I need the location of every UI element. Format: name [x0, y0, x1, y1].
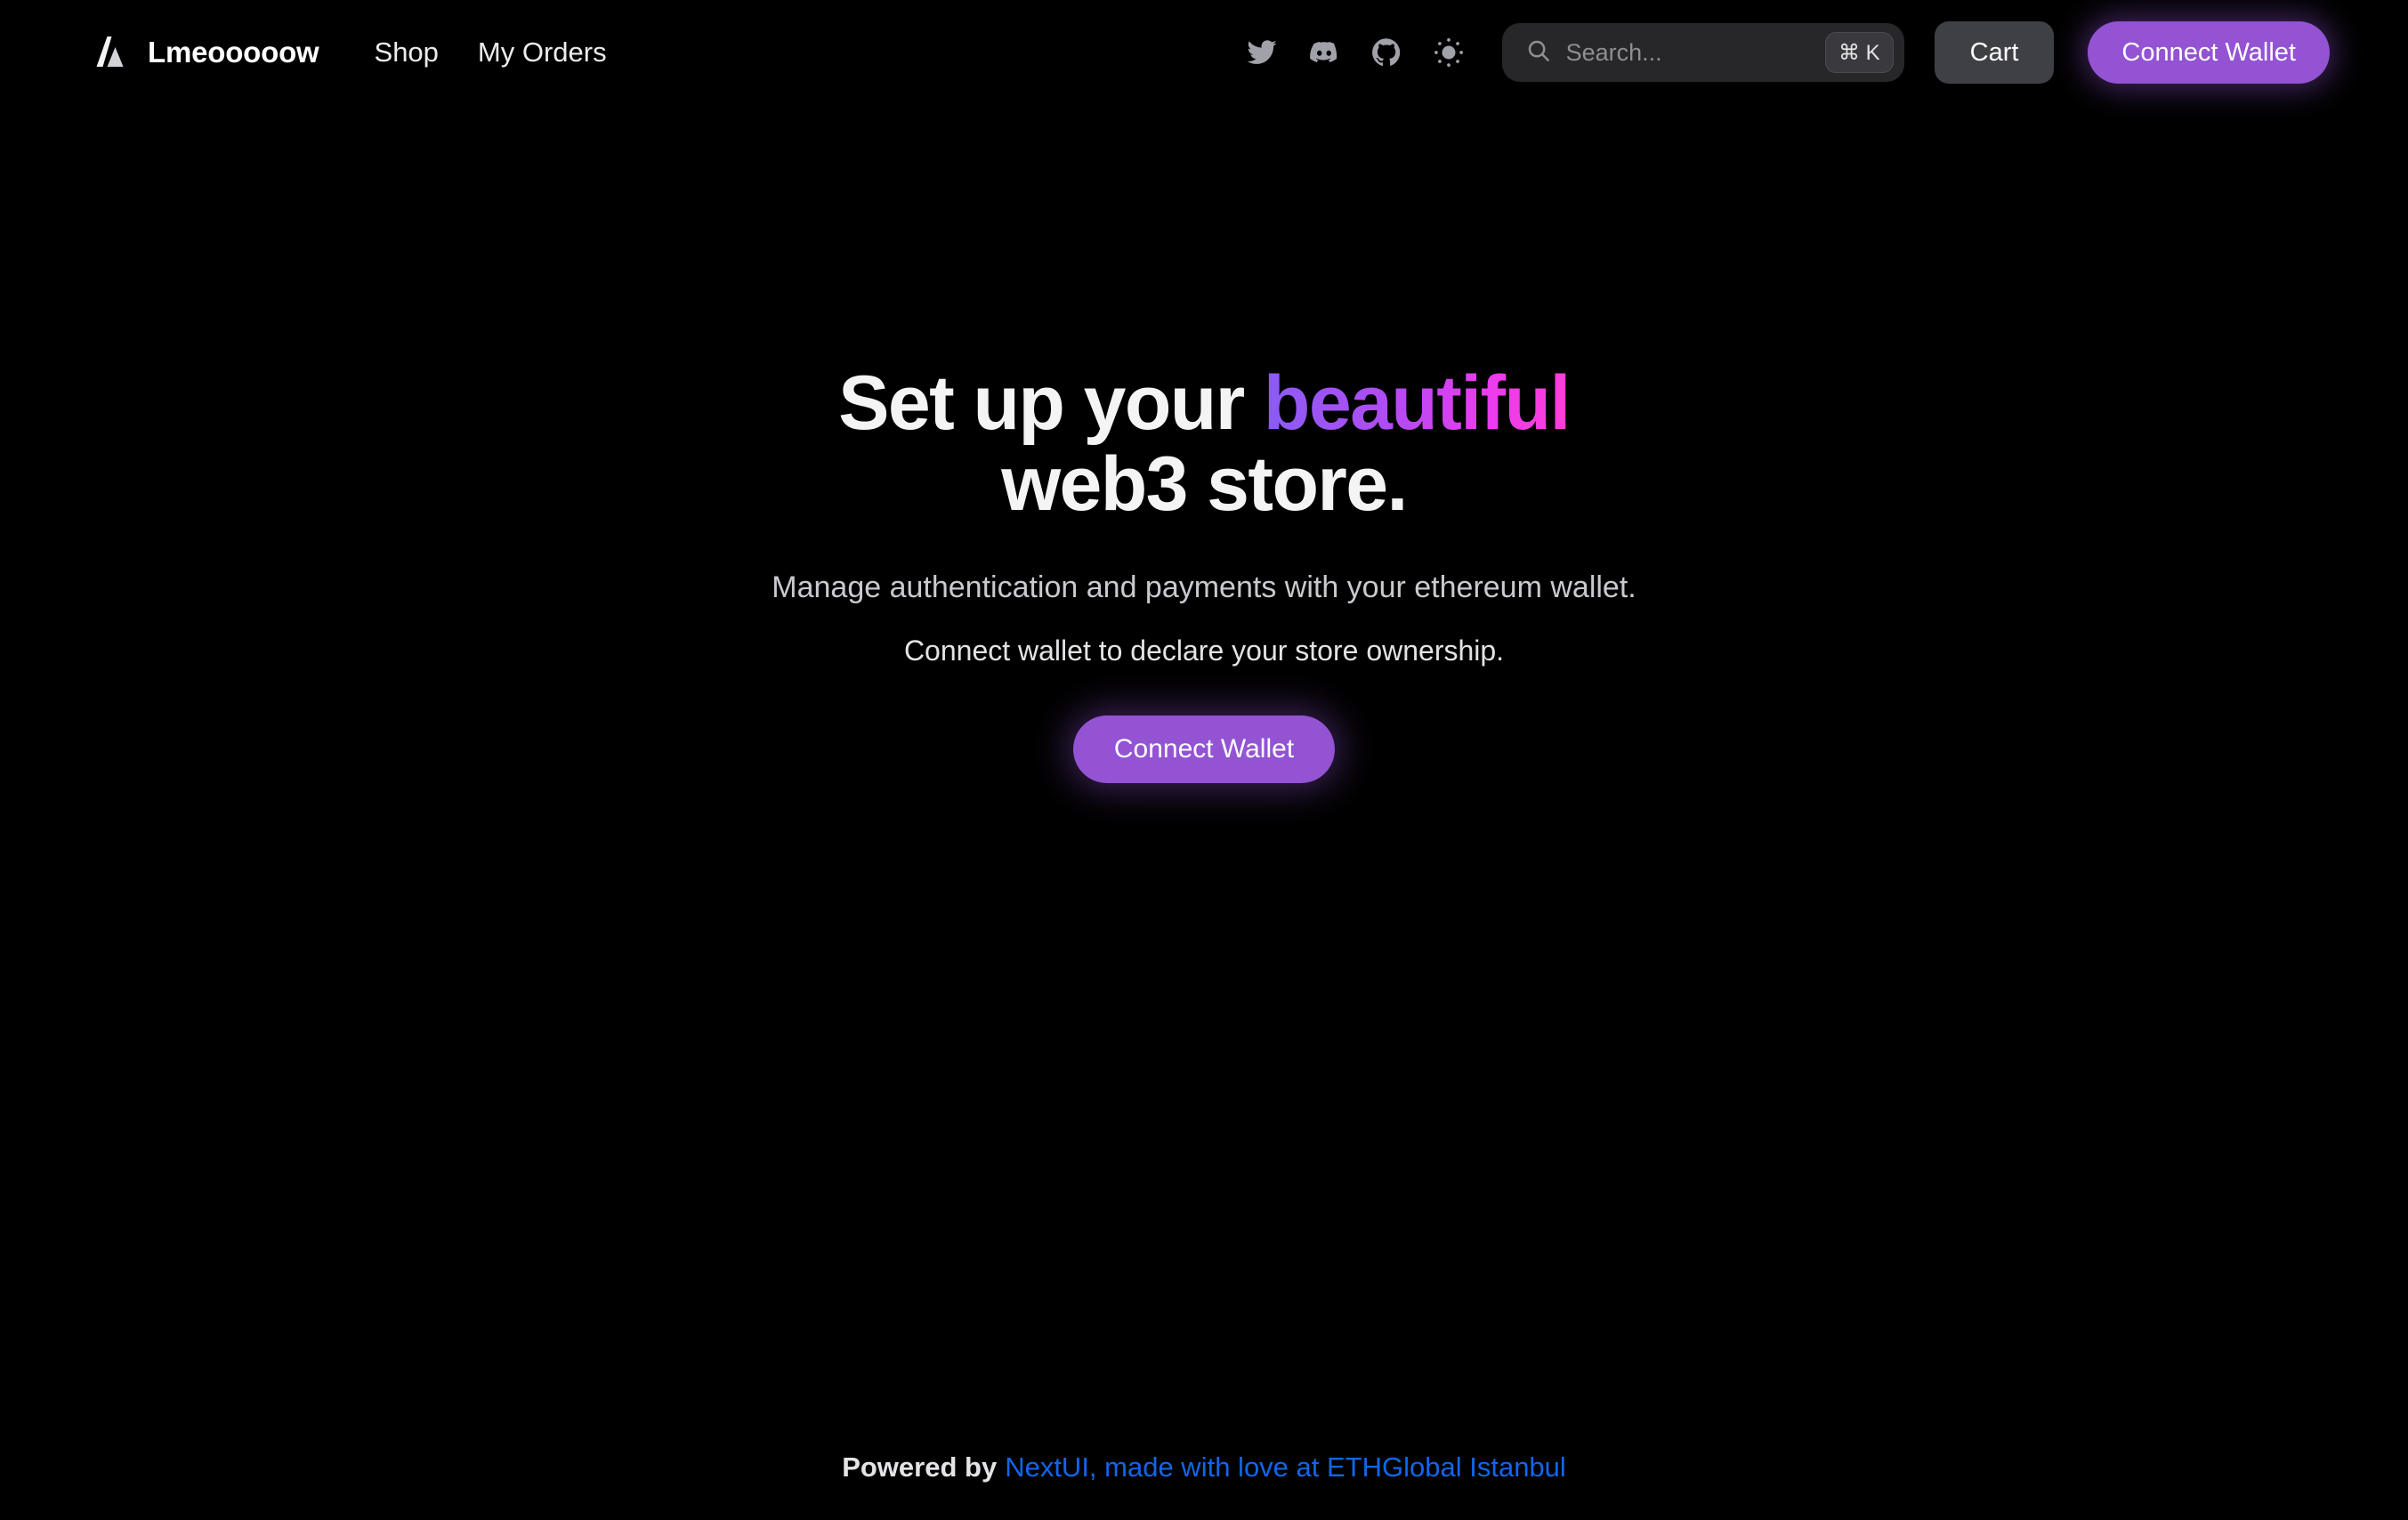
- connect-wallet-button-nav[interactable]: Connect Wallet: [2088, 21, 2330, 84]
- search-shortcut-badge: ⌘ K: [1824, 32, 1894, 73]
- hero-section: Set up your beautiful web3 store. Manage …: [0, 105, 2408, 1415]
- footer-prefix: Powered by: [842, 1451, 998, 1483]
- footer-link-nextui[interactable]: NextUI, made with love at ETHGlobal Ista…: [1005, 1451, 1566, 1484]
- search-input[interactable]: [1565, 38, 1825, 67]
- sun-icon[interactable]: [1431, 35, 1467, 70]
- headline-part-2: web3 store.: [1001, 441, 1408, 528]
- navbar: Lmeooooow Shop My Orders Search... ⌘ K C…: [0, 0, 2408, 105]
- discord-icon[interactable]: [1306, 35, 1342, 70]
- nav-link-shop[interactable]: Shop: [375, 36, 439, 69]
- cart-button[interactable]: Cart: [1934, 21, 2055, 84]
- brand-name: Lmeooooow: [148, 36, 319, 69]
- headline-accent: beautiful: [1263, 360, 1572, 446]
- navbar-right: ⌘ K Cart Connect Wallet: [1244, 21, 2330, 84]
- brand[interactable]: Lmeooooow: [89, 33, 319, 72]
- triangle-a-logo-icon: [89, 33, 128, 72]
- app-root: Lmeooooow Shop My Orders Search... ⌘ K C…: [0, 0, 2408, 1520]
- social-icons: [1244, 35, 1467, 70]
- search-box[interactable]: ⌘ K: [1501, 23, 1904, 82]
- github-icon[interactable]: [1369, 35, 1404, 70]
- footer: Powered by NextUI, made with love at ETH…: [0, 1415, 2408, 1520]
- twitter-icon[interactable]: [1244, 35, 1280, 70]
- nav-link-my-orders[interactable]: My Orders: [478, 36, 607, 69]
- page-title: Set up your beautiful web3 store.: [723, 360, 1685, 528]
- headline-part-1: Set up your: [838, 360, 1264, 446]
- search-icon: [1525, 37, 1552, 69]
- hero-subtitle: Manage authentication and payments with …: [772, 570, 1636, 605]
- hero-subtitle-secondary: Connect wallet to declare your store own…: [903, 635, 1505, 667]
- nav-links: Shop My Orders: [375, 36, 607, 69]
- connect-wallet-button-hero[interactable]: Connect Wallet: [1072, 716, 1336, 783]
